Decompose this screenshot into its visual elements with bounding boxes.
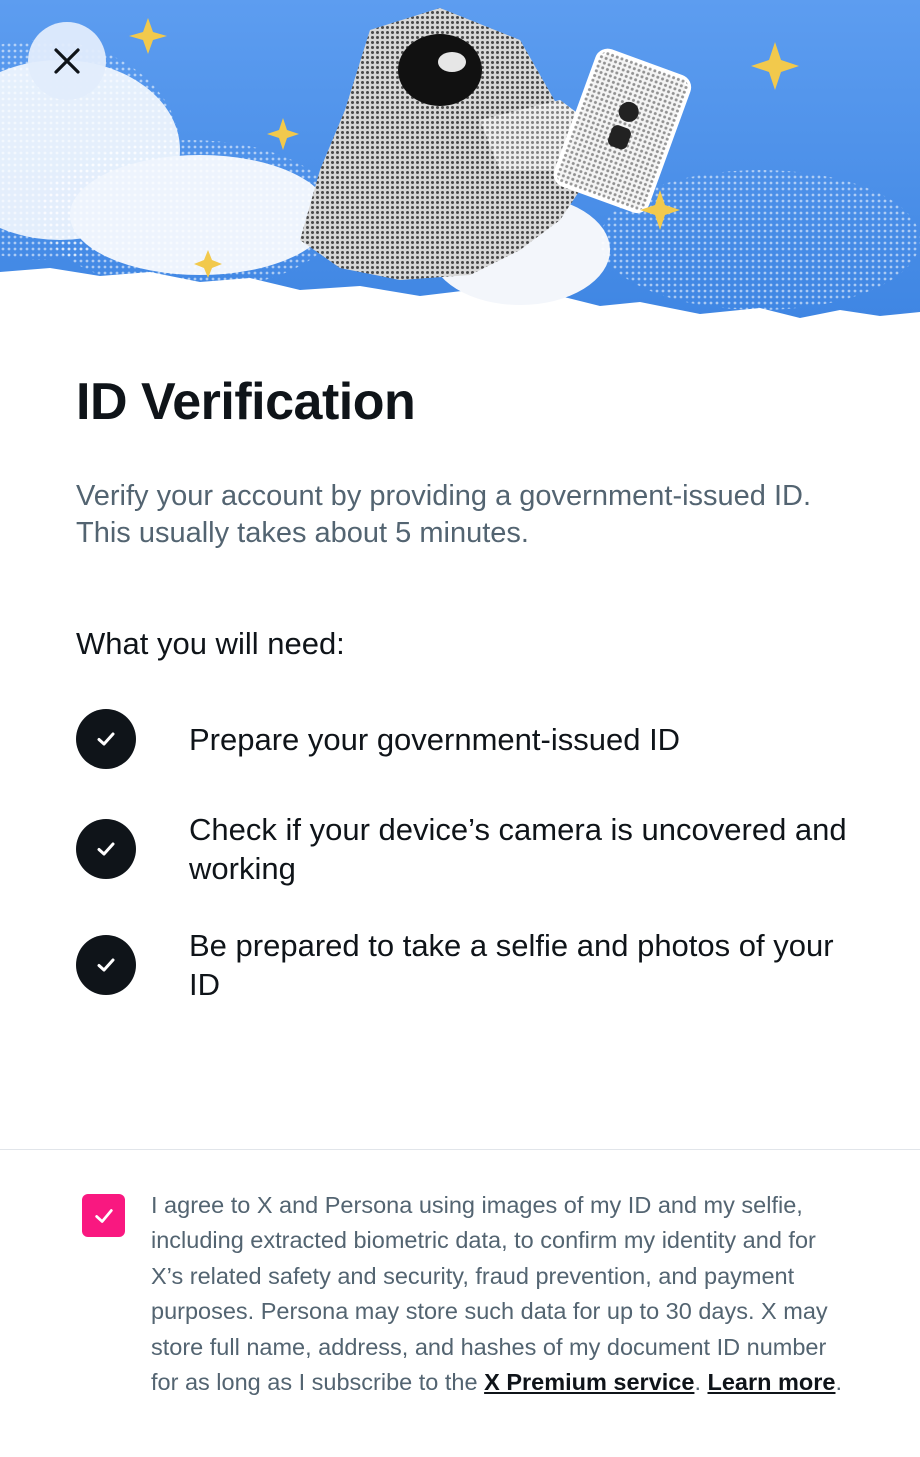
consent-separator: . [694, 1369, 708, 1396]
requirements-heading: What you will need: [76, 626, 345, 661]
requirement-label: Prepare your government-issued ID [189, 721, 681, 757]
requirement-item: Prepare your government-issued ID [76, 709, 856, 769]
requirement-label: Be prepared to take a selfie and photos … [189, 928, 834, 1002]
requirement-item: Be prepared to take a selfie and photos … [76, 926, 856, 1004]
page-subtitle: Verify your account by providing a gover… [76, 480, 812, 549]
requirement-item: Check if your device’s camera is uncover… [76, 810, 856, 888]
hero-illustration [0, 0, 920, 330]
checkmark-icon [94, 1208, 113, 1223]
close-button[interactable] [28, 22, 106, 100]
consent-checkbox[interactable] [82, 1194, 125, 1237]
page-title: ID Verification [76, 373, 416, 431]
premium-service-link[interactable]: X Premium service [484, 1369, 694, 1395]
check-circle-icon [76, 819, 136, 879]
check-circle-icon [76, 935, 136, 995]
divider [0, 1149, 920, 1150]
consent-body: I agree to X and Persona using images of… [151, 1192, 828, 1396]
consent-end: . [835, 1369, 843, 1396]
astronaut-illustration [0, 0, 920, 318]
check-circle-icon [76, 709, 136, 769]
close-icon [54, 48, 80, 74]
learn-more-link[interactable]: Learn more [708, 1369, 836, 1395]
requirement-label: Check if your device’s camera is uncover… [189, 812, 847, 886]
consent-text: I agree to X and Persona using images of… [151, 1188, 851, 1400]
